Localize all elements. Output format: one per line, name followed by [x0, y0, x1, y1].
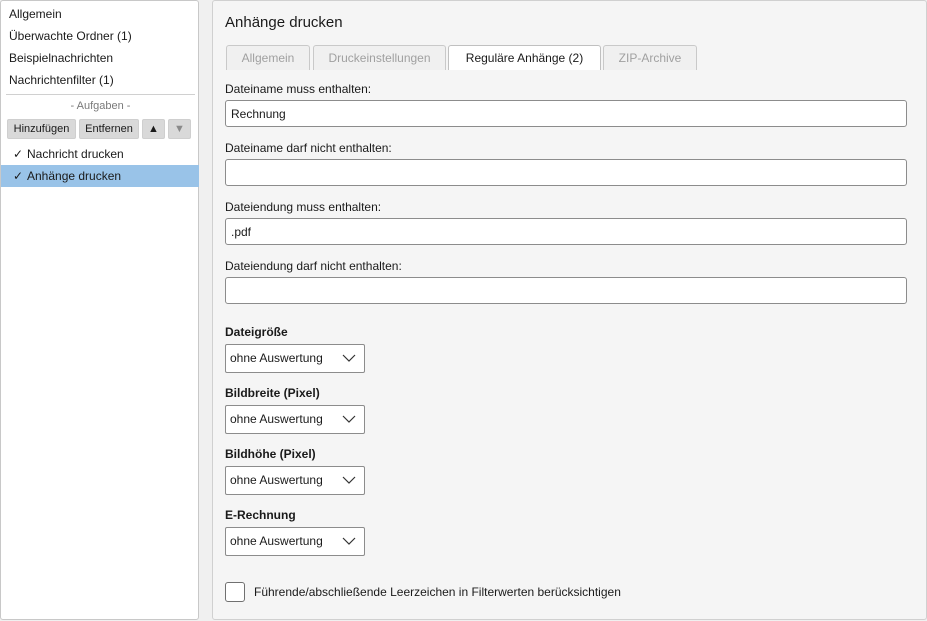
extension-must-not-contain-label: Dateiendung darf nicht enthalten:: [225, 259, 402, 273]
move-down-button[interactable]: ▼: [168, 119, 191, 139]
extension-must-contain-label: Dateiendung muss enthalten:: [225, 200, 382, 214]
image-width-label: Bildbreite (Pixel): [225, 386, 320, 400]
tab-zip-archives[interactable]: ZIP-Archive: [603, 45, 697, 70]
e-invoice-label: E-Rechnung: [225, 508, 296, 522]
tab-general[interactable]: Allgemein: [226, 45, 310, 70]
whitespace-checkbox-label[interactable]: Führende/abschließende Leerzeichen in Fi…: [254, 585, 621, 599]
task-item-print-message[interactable]: ✓ Nachricht drucken: [1, 143, 199, 165]
tab-regular-attachments[interactable]: Reguläre Anhänge (2): [448, 45, 601, 70]
image-height-label: Bildhöhe (Pixel): [225, 447, 316, 461]
sidebar-item-sample-messages[interactable]: Beispielnachrichten: [9, 48, 113, 68]
e-invoice-dropdown[interactable]: ohne Auswertung: [225, 527, 365, 556]
task-item-label: Nachricht drucken: [27, 147, 124, 161]
extension-must-not-contain-input[interactable]: [225, 277, 907, 304]
page-title: Anhänge drucken: [225, 14, 343, 31]
move-up-button[interactable]: ▲: [142, 119, 165, 139]
chevron-down-icon: [342, 537, 356, 545]
tasks-section-label: - Aufgaben -: [70, 100, 131, 112]
sidebar-item-allgemein[interactable]: Allgemein: [9, 4, 62, 24]
image-width-dropdown[interactable]: ohne Auswertung: [225, 405, 365, 434]
image-height-value: ohne Auswertung: [230, 473, 323, 487]
sidebar-divider: [6, 94, 195, 95]
arrow-down-icon: ▼: [174, 123, 185, 135]
filesize-value: ohne Auswertung: [230, 351, 323, 365]
filename-must-not-contain-input[interactable]: [225, 159, 907, 186]
filename-must-contain-input[interactable]: [225, 100, 907, 127]
chevron-down-icon: [342, 415, 356, 423]
sidebar-panel: Allgemein Überwachte Ordner (1) Beispiel…: [0, 0, 199, 620]
sidebar-item-watched-folders[interactable]: Überwachte Ordner (1): [9, 26, 132, 46]
filename-must-not-contain-label: Dateiname darf nicht enthalten:: [225, 141, 392, 155]
filesize-label: Dateigröße: [225, 325, 288, 339]
remove-task-button[interactable]: Entfernen: [79, 119, 139, 139]
chevron-down-icon: [342, 354, 356, 362]
filesize-dropdown[interactable]: ohne Auswertung: [225, 344, 365, 373]
sidebar-item-message-filter[interactable]: Nachrichtenfilter (1): [9, 70, 114, 90]
whitespace-checkbox[interactable]: [225, 582, 245, 602]
image-width-value: ohne Auswertung: [230, 412, 323, 426]
extension-must-contain-input[interactable]: [225, 218, 907, 245]
e-invoice-value: ohne Auswertung: [230, 534, 323, 548]
settings-panel: Anhänge drucken Allgemein Druckeinstellu…: [212, 0, 927, 620]
arrow-up-icon: ▲: [148, 123, 159, 135]
check-icon: ✓: [13, 169, 24, 183]
add-task-button[interactable]: Hinzufügen: [7, 119, 76, 139]
image-height-dropdown[interactable]: ohne Auswertung: [225, 466, 365, 495]
filename-must-contain-label: Dateiname muss enthalten:: [225, 82, 372, 96]
task-item-print-attachments[interactable]: ✓ Anhänge drucken: [1, 165, 199, 187]
task-item-label: Anhänge drucken: [27, 169, 122, 183]
chevron-down-icon: [342, 476, 356, 484]
tab-print-settings[interactable]: Druckeinstellungen: [313, 45, 446, 70]
check-icon: ✓: [13, 147, 24, 161]
